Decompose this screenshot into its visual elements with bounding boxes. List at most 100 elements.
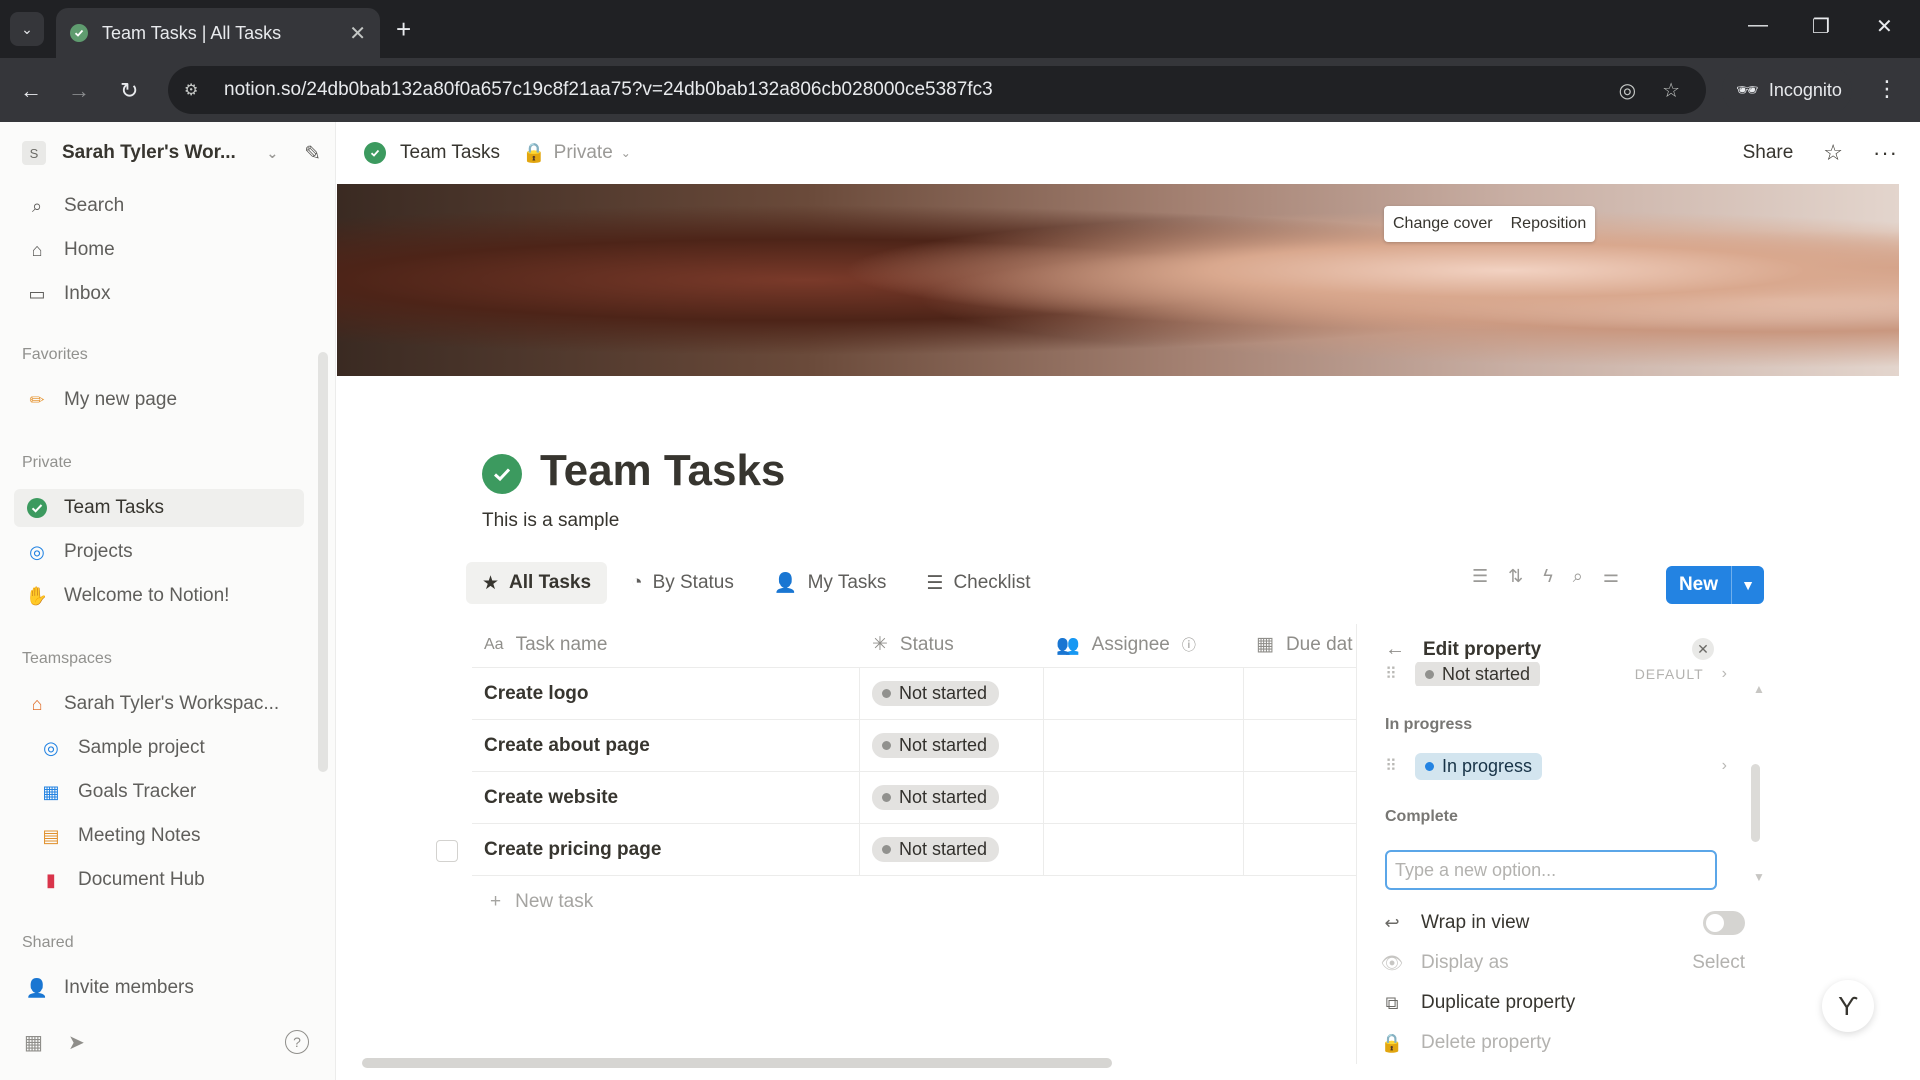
drag-handle-icon[interactable]: ⠿ (1385, 756, 1415, 776)
sidebar-item-team-tasks[interactable]: Team Tasks (14, 489, 304, 527)
sidebar-item-sample-project[interactable]: ◎ Sample project (14, 729, 304, 767)
status-cell[interactable]: Not started (860, 667, 1044, 720)
new-task-button[interactable]: + New task (472, 876, 1358, 928)
tracking-protection-icon[interactable]: ◎ (1619, 78, 1636, 103)
bookmark-star-icon[interactable]: ☆ (1662, 78, 1680, 103)
tab-by-status[interactable]: ◔ By Status (615, 562, 750, 604)
send-icon[interactable]: ➤ (68, 1030, 85, 1055)
calendar-app-icon[interactable]: ▦ (24, 1030, 43, 1055)
panel-scrollbar[interactable] (1751, 764, 1760, 842)
table-row[interactable]: Create pricing page Not started (472, 823, 1358, 876)
due-date-cell[interactable] (1244, 772, 1358, 824)
sort-icon[interactable]: ⇅ (1508, 566, 1523, 587)
help-icon[interactable]: ? (285, 1030, 309, 1054)
column-assignee[interactable]: 👥 Assignee ⓘ (1044, 622, 1244, 668)
option-in-progress[interactable]: ⠿ In progress › (1385, 750, 1727, 782)
task-name-cell[interactable]: Create pricing page (472, 823, 860, 876)
sidebar-item-search[interactable]: ⌕ Search (14, 187, 304, 225)
cover-image[interactable] (337, 184, 1899, 376)
sidebar-item-goals-tracker[interactable]: ▦ Goals Tracker (14, 773, 304, 811)
task-name-cell[interactable]: Create about page (472, 719, 860, 772)
page-title[interactable]: Team Tasks (540, 446, 785, 496)
teamspaces-heading[interactable]: Teamspaces (22, 650, 112, 668)
scroll-up-icon[interactable]: ▲ (1753, 682, 1765, 696)
settings-sliders-icon[interactable]: ⚌ (1603, 566, 1619, 587)
close-window-icon[interactable]: ✕ (1876, 14, 1893, 39)
sidebar-scrollbar[interactable] (318, 352, 328, 772)
shared-heading[interactable]: Shared (22, 934, 74, 952)
due-date-cell[interactable] (1244, 668, 1358, 720)
url-bar[interactable]: ⚙ notion.so/24db0bab132a80f0a657c19c8f21… (168, 66, 1706, 114)
duplicate-property-row[interactable]: ⧉ Duplicate property (1379, 986, 1745, 1020)
restore-icon[interactable]: ❐ (1812, 14, 1830, 39)
automation-icon[interactable]: ϟ (1543, 566, 1553, 587)
browser-tab[interactable]: Team Tasks | All Tasks ✕ (56, 8, 380, 58)
assignee-cell[interactable] (1044, 771, 1244, 824)
scroll-down-icon[interactable]: ▼ (1753, 870, 1765, 884)
option-not-started[interactable]: ⠿ Not started DEFAULT › (1385, 662, 1727, 686)
status-cell[interactable]: Not started (860, 823, 1044, 876)
search-icon[interactable]: ⌕ (1573, 566, 1583, 587)
browser-menu-icon[interactable]: ⋮ (1876, 76, 1898, 102)
assignee-cell[interactable] (1044, 667, 1244, 720)
tab-my-tasks[interactable]: 👤 My Tasks (758, 562, 903, 604)
task-name-cell[interactable]: Create logo (472, 667, 860, 720)
reload-icon[interactable]: ↻ (120, 78, 138, 104)
sidebar-item-projects[interactable]: ◎ Projects (14, 533, 304, 571)
minimize-icon[interactable]: — (1748, 14, 1768, 37)
sidebar-item-invite-members[interactable]: 👤 Invite members (14, 969, 304, 1007)
more-options-icon[interactable]: ··· (1873, 140, 1898, 166)
new-tab-button[interactable]: + (396, 14, 411, 45)
sidebar-item-teamspace[interactable]: ⌂ Sarah Tyler's Workspac... (14, 685, 304, 723)
filter-icon[interactable]: ☰ (1472, 566, 1488, 587)
breadcrumb-page[interactable]: Team Tasks (400, 142, 500, 164)
wrap-toggle[interactable] (1703, 911, 1745, 935)
column-status[interactable]: ✳ Status (860, 622, 1044, 668)
row-checkbox[interactable] (436, 840, 458, 862)
wrap-in-view-row[interactable]: ↩ Wrap in view (1379, 906, 1745, 940)
table-row[interactable]: Create about page Not started (472, 719, 1358, 772)
sidebar-item-home[interactable]: ⌂ Home (14, 231, 304, 269)
change-cover-button[interactable]: Change cover (1384, 215, 1502, 233)
tab-checklist[interactable]: ☰ Checklist (910, 562, 1046, 604)
page-icon-check[interactable] (482, 454, 522, 494)
close-tab-icon[interactable]: ✕ (349, 21, 366, 46)
reposition-button[interactable]: Reposition (1502, 215, 1596, 233)
back-icon[interactable]: ← (20, 78, 42, 104)
sidebar-item-welcome[interactable]: ✋ Welcome to Notion! (14, 577, 304, 615)
task-name-cell[interactable]: Create website (472, 771, 860, 824)
tab-search-button[interactable]: ⌄ (10, 12, 44, 46)
favorites-heading[interactable]: Favorites (22, 346, 88, 364)
notion-ai-icon[interactable]: ϒ (1822, 980, 1874, 1032)
tab-all-tasks[interactable]: ★ All Tasks (466, 562, 608, 604)
new-page-icon[interactable]: ✎ (304, 141, 321, 166)
column-due-date[interactable]: ▦ Due dat (1244, 622, 1358, 668)
sidebar-item-document-hub[interactable]: ▮ Document Hub (14, 861, 304, 899)
chevron-down-icon[interactable]: ▼ (1732, 577, 1764, 593)
share-button[interactable]: Share (1743, 142, 1794, 164)
workspace-switcher[interactable]: S Sarah Tyler's Wor... ⌄ ✎ (22, 138, 321, 168)
new-option-input[interactable] (1395, 859, 1715, 881)
sidebar-item-meeting-notes[interactable]: ▤ Meeting Notes (14, 817, 304, 855)
incognito-badge[interactable]: 🕶 Incognito (1722, 66, 1852, 114)
close-icon[interactable]: ✕ (1692, 638, 1714, 660)
assignee-cell[interactable] (1044, 719, 1244, 772)
status-cell[interactable]: Not started (860, 719, 1044, 772)
new-button[interactable]: New ▼ (1666, 566, 1764, 604)
favorite-star-icon[interactable]: ☆ (1823, 140, 1843, 166)
new-option-field[interactable] (1385, 850, 1717, 890)
drag-handle-icon[interactable]: ⠿ (1385, 664, 1415, 684)
table-row[interactable]: Create logo Not started (472, 667, 1358, 720)
sidebar-item-inbox[interactable]: ▭ Inbox (14, 275, 304, 313)
assignee-cell[interactable] (1044, 823, 1244, 876)
horizontal-scrollbar[interactable] (362, 1058, 1112, 1068)
table-row[interactable]: Create website Not started (472, 771, 1358, 824)
private-heading[interactable]: Private (22, 454, 72, 472)
status-cell[interactable]: Not started (860, 771, 1044, 824)
back-arrow-icon[interactable]: ← (1385, 638, 1405, 661)
column-task-name[interactable]: Aa Task name (472, 622, 860, 668)
new-button-label[interactable]: New (1666, 566, 1732, 604)
sidebar-item-my-new-page[interactable]: ✏ My new page (14, 381, 304, 419)
visibility-menu[interactable]: 🔒 Private ⌄ (522, 141, 631, 165)
due-date-cell[interactable] (1244, 720, 1358, 772)
